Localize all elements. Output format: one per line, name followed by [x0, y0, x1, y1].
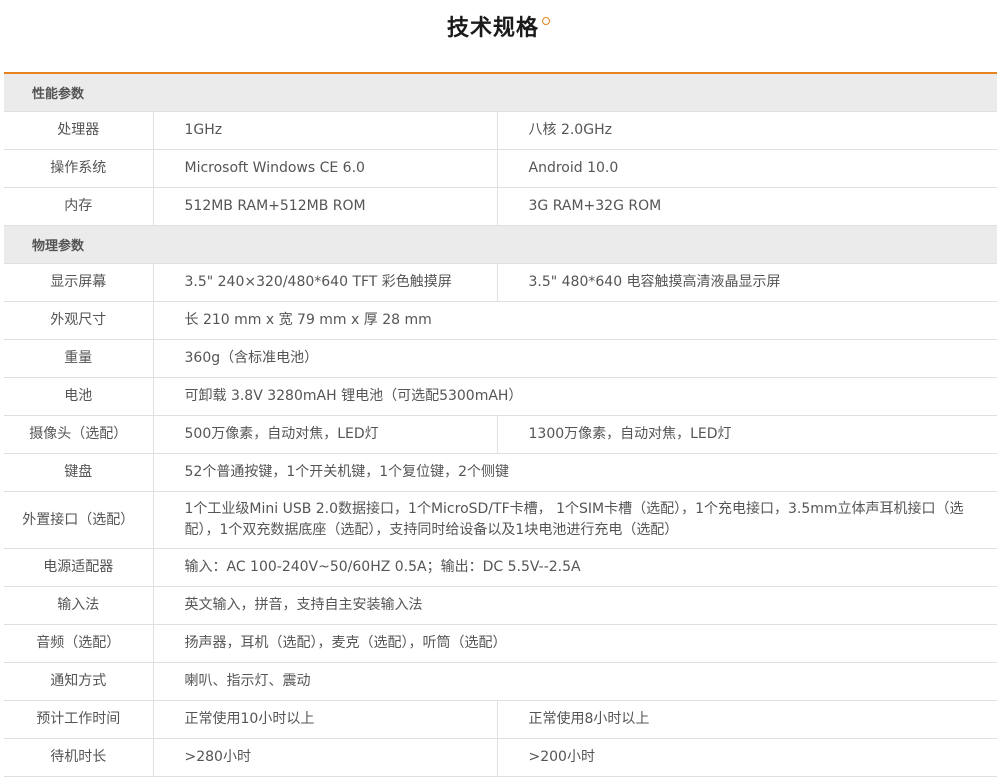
spec-value: 1GHz — [153, 111, 498, 150]
spec-label: 重量 — [4, 339, 154, 378]
spec-value: 可卸载 3.8V 3280mAH 锂电池（可选配5300mAH） — [153, 377, 997, 416]
spec-label: 待机时长 — [4, 738, 154, 777]
spec-label: 外置接口（选配） — [4, 491, 154, 549]
spec-value: Android 10.0 — [497, 149, 997, 188]
spec-label: 电池 — [4, 377, 154, 416]
table-row: 内存 512MB RAM+512MB ROM 3G RAM+32G ROM — [4, 187, 997, 226]
spec-value: 52个普通按键，1个开关机键，1个复位键，2个侧键 — [153, 453, 997, 492]
spec-value: 3.5" 480*640 电容触摸高清液晶显示屏 — [497, 263, 997, 302]
spec-label: 处理器 — [4, 111, 154, 150]
spec-value: 长 210 mm x 宽 79 mm x 厚 28 mm — [153, 301, 997, 340]
spec-value: 1个工业级Mini USB 2.0数据接口，1个MicroSD/TF卡槽， 1个… — [153, 491, 997, 549]
spec-label: 通知方式 — [4, 662, 154, 701]
spec-value: >200小时 — [497, 738, 997, 777]
table-row: 音频（选配） 扬声器，耳机（选配），麦克（选配），听筒（选配） — [4, 624, 997, 663]
spec-value: 输入：AC 100-240V~50/60HZ 0.5A；输出：DC 5.5V--… — [153, 548, 997, 587]
title-dot-icon — [542, 17, 550, 25]
spec-label: 键盘 — [4, 453, 154, 492]
spec-value: 喇叭、指示灯、震动 — [153, 662, 997, 701]
spec-label: 输入法 — [4, 586, 154, 625]
spec-table: 性能参数 处理器 1GHz 八核 2.0GHz 操作系统 Microsoft Window… — [4, 72, 997, 777]
spec-value: 512MB RAM+512MB ROM — [153, 187, 498, 226]
table-row: 预计工作时间 正常使用10小时以上 正常使用8小时以上 — [4, 700, 997, 739]
spec-value: 500万像素，自动对焦，LED灯 — [153, 415, 498, 454]
spec-label: 外观尺寸 — [4, 301, 154, 340]
table-row: 外观尺寸长 210 mm x 宽 79 mm x 厚 28 mm — [4, 301, 997, 340]
spec-label: 摄像头（选配） — [4, 415, 154, 454]
table-row: 处理器 1GHz 八核 2.0GHz — [4, 111, 997, 150]
table-row: 操作系统 Microsoft Windows CE 6.0 Android 10.0 — [4, 149, 997, 188]
table-row: 显示屏幕 3.5" 240×320/480*640 TFT 彩色触摸屏 3.5" 4… — [4, 263, 997, 302]
table-row: 外置接口（选配） 1个工业级Mini USB 2.0数据接口，1个MicroSD/… — [4, 491, 997, 549]
spec-value: 1300万像素，自动对焦，LED灯 — [497, 415, 997, 454]
spec-value: >280小时 — [153, 738, 498, 777]
table-row: 通知方式 喇叭、指示灯、震动 — [4, 662, 997, 701]
spec-value: 3G RAM+32G ROM — [497, 187, 997, 226]
spec-label: 预计工作时间 — [4, 700, 154, 739]
spec-value: 扬声器，耳机（选配），麦克（选配），听筒（选配） — [153, 624, 997, 663]
spec-table-body: 性能参数 处理器 1GHz 八核 2.0GHz 操作系统 Microsoft Window… — [4, 73, 997, 777]
table-row: 重量 360g（含标准电池） — [4, 339, 997, 378]
spec-label: 音频（选配） — [4, 624, 154, 663]
spec-value: 3.5" 240×320/480*640 TFT 彩色触摸屏 — [153, 263, 498, 302]
table-row: 键盘 52个普通按键，1个开关机键，1个复位键，2个侧键 — [4, 453, 997, 492]
table-row: 摄像头（选配） 500万像素，自动对焦，LED灯 1300万像素，自动对焦，LED灯 — [4, 415, 997, 454]
spec-value: 360g（含标准电池） — [153, 339, 997, 378]
spec-label: 显示屏幕 — [4, 263, 154, 302]
title-wrap: 技术规格 — [0, 14, 997, 44]
section-header: 性能参数 — [4, 73, 997, 112]
table-row: 输入法 英文输入，拼音，支持自主安装输入法 — [4, 586, 997, 625]
spec-label: 操作系统 — [4, 149, 154, 188]
spec-value: 英文输入，拼音，支持自主安装输入法 — [153, 586, 997, 625]
section-header: 物理参数 — [4, 225, 997, 264]
page-title: 技术规格 — [446, 16, 539, 41]
section-title: 物理参数 — [4, 225, 997, 264]
spec-value: 八核 2.0GHz — [497, 111, 997, 150]
table-row: 电池 可卸载 3.8V 3280mAH 锂电池（可选配5300mAH） — [4, 377, 997, 416]
spec-label: 电源适配器 — [4, 548, 154, 587]
table-row: 电源适配器 输入：AC 100-240V~50/60HZ 0.5A；输出：DC 5… — [4, 548, 997, 587]
spec-label: 内存 — [4, 187, 154, 226]
table-row: 待机时长 >280小时 >200小时 — [4, 738, 997, 777]
spec-value: 正常使用10小时以上 — [153, 700, 498, 739]
section-title: 性能参数 — [4, 73, 997, 112]
spec-value: 正常使用8小时以上 — [497, 700, 997, 739]
spec-value: Microsoft Windows CE 6.0 — [153, 149, 498, 188]
